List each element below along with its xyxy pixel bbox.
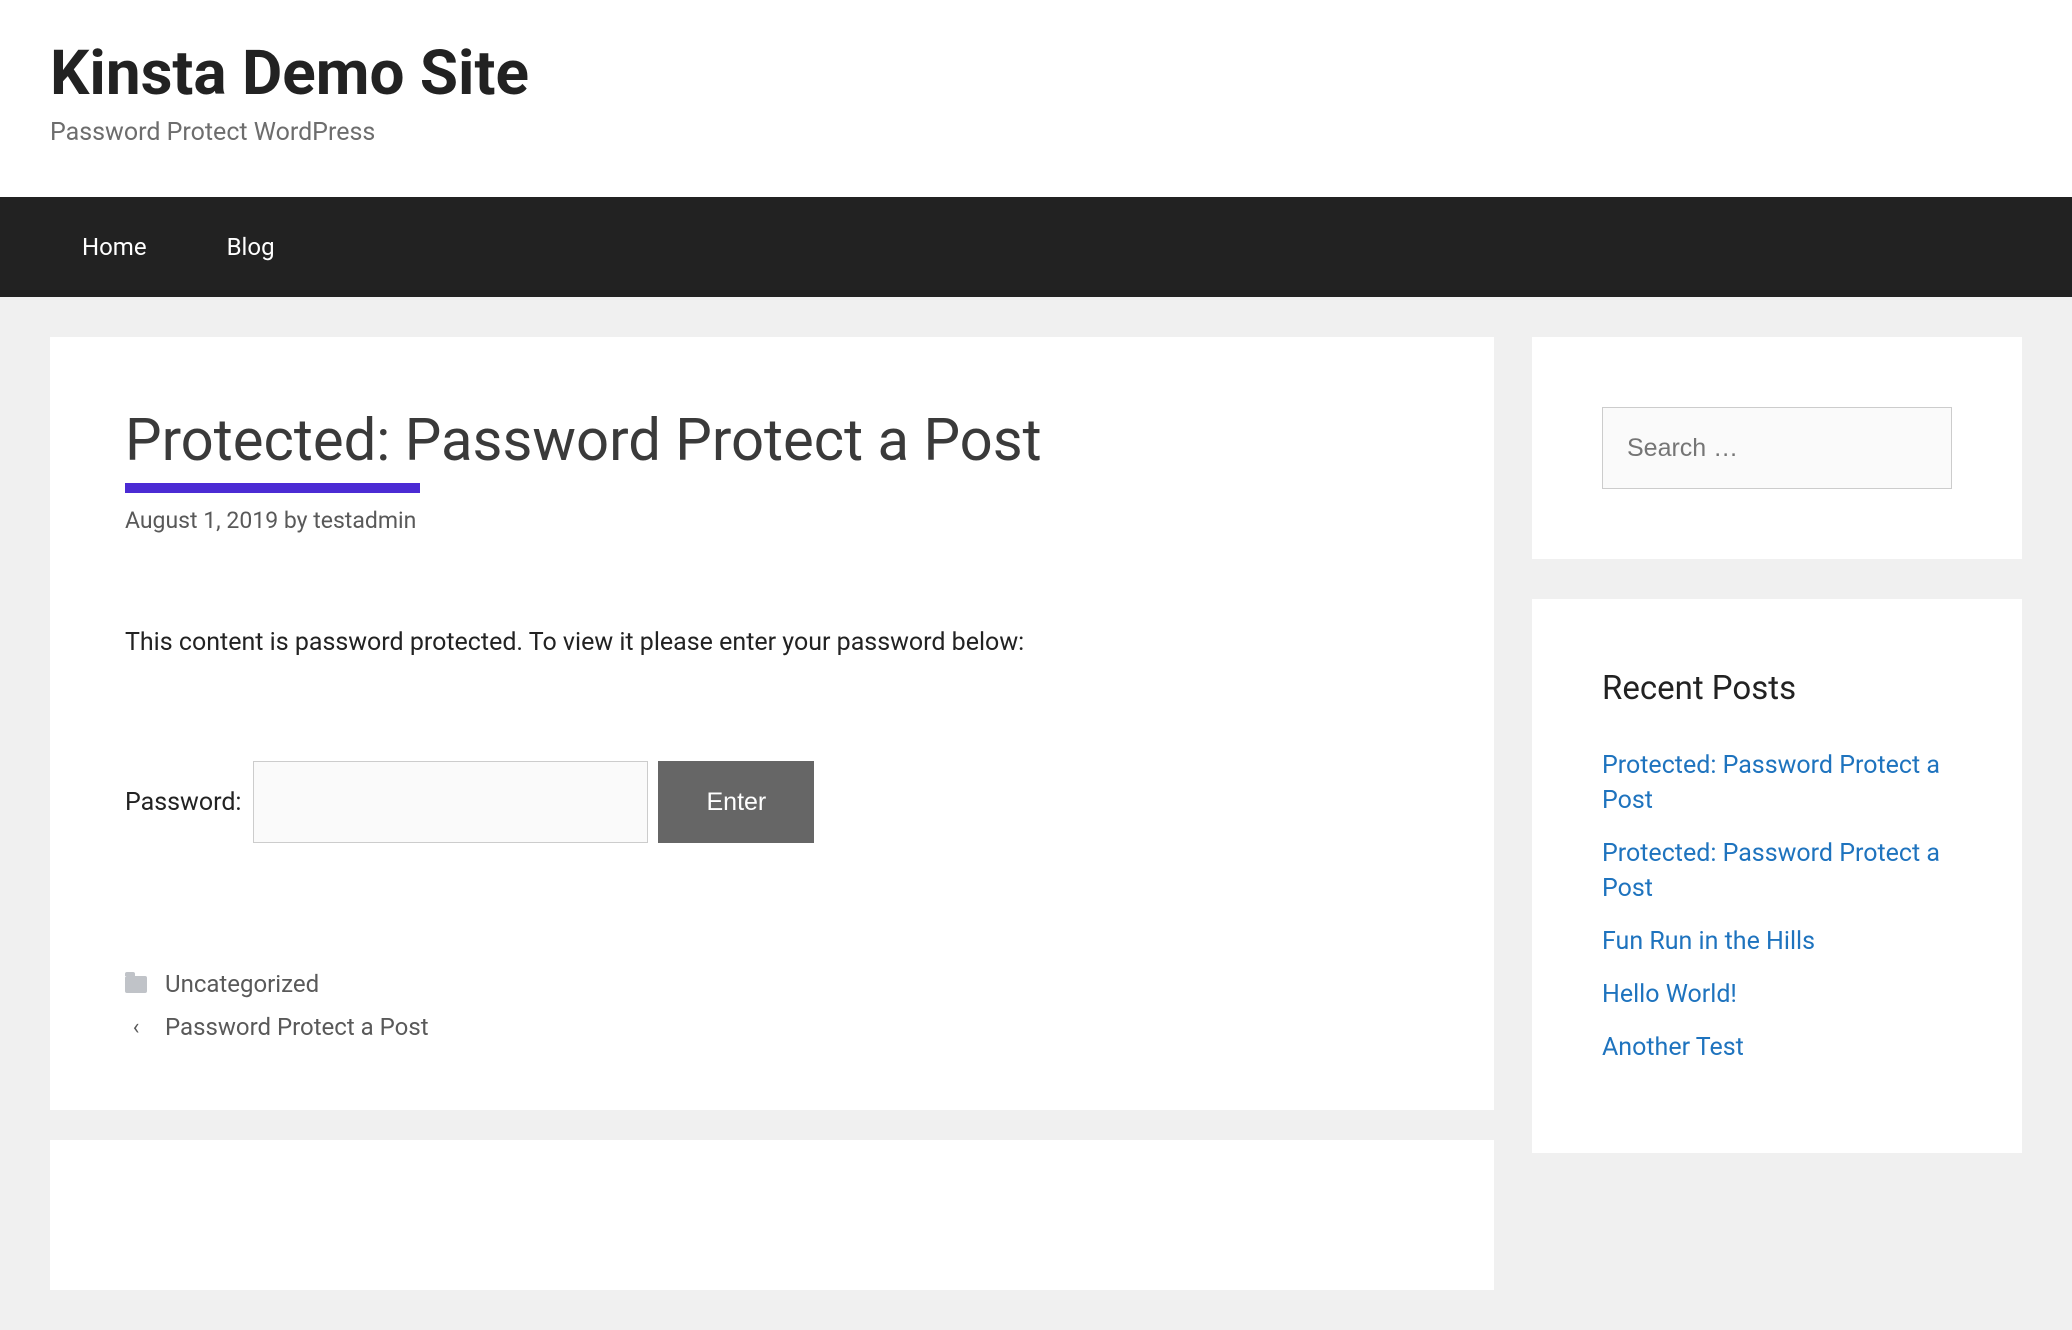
nav-item-blog[interactable]: Blog — [187, 197, 315, 297]
search-input[interactable] — [1602, 407, 1952, 489]
search-widget — [1532, 337, 2022, 559]
site-tagline: Password Protect WordPress — [50, 118, 2022, 147]
category-row: Uncategorized — [125, 963, 1419, 1006]
post-title-prefix: Protected: — [125, 407, 390, 475]
recent-post-link[interactable]: Fun Run in the Hills — [1602, 927, 1815, 956]
recent-post-item: Fun Run in the Hills — [1602, 924, 1952, 959]
recent-post-link[interactable]: Protected: Password Protect a Post — [1602, 839, 1940, 903]
post-footer: Uncategorized ‹ Password Protect a Post — [125, 963, 1419, 1049]
chevron-left-icon: ‹ — [125, 1008, 147, 1048]
recent-post-item: Hello World! — [1602, 977, 1952, 1012]
empty-card — [50, 1140, 1494, 1290]
site-container: Protected: Password Protect a Post Augus… — [0, 297, 2072, 1329]
category-link[interactable]: Uncategorized — [165, 963, 319, 1006]
post-nav-row: ‹ Password Protect a Post — [125, 1006, 1419, 1049]
prev-post-link[interactable]: Password Protect a Post — [165, 1006, 429, 1049]
post-title: Protected: Password Protect a Post — [125, 407, 1419, 477]
recent-post-item: Protected: Password Protect a Post — [1602, 836, 1952, 906]
post-article: Protected: Password Protect a Post Augus… — [50, 337, 1494, 1109]
by-text: by — [278, 507, 313, 534]
recent-post-item: Protected: Password Protect a Post — [1602, 748, 1952, 818]
protected-message: This content is password protected. To v… — [125, 624, 1419, 662]
post-author: testadmin — [313, 507, 416, 534]
recent-posts-widget: Recent Posts Protected: Password Protect… — [1532, 599, 2022, 1153]
site-title[interactable]: Kinsta Demo Site — [50, 40, 2022, 108]
post-meta: August 1, 2019 by testadmin — [125, 507, 1419, 534]
post-body: This content is password protected. To v… — [125, 624, 1419, 844]
nav-item-home[interactable]: Home — [60, 197, 187, 297]
recent-post-link[interactable]: Hello World! — [1602, 980, 1737, 1009]
password-input[interactable] — [253, 761, 648, 843]
recent-post-link[interactable]: Another Test — [1602, 1033, 1744, 1062]
post-date: August 1, 2019 — [125, 507, 278, 534]
password-form: Password: Enter — [125, 761, 1419, 843]
main-content: Protected: Password Protect a Post Augus… — [50, 337, 1494, 1289]
recent-post-link[interactable]: Protected: Password Protect a Post — [1602, 751, 1940, 815]
recent-posts-title: Recent Posts — [1602, 669, 1952, 708]
password-label: Password: — [125, 788, 241, 817]
recent-post-item: Another Test — [1602, 1030, 1952, 1065]
post-title-rest: Password Protect a Post — [390, 407, 1041, 475]
submit-button[interactable]: Enter — [658, 761, 814, 843]
folder-icon — [125, 976, 147, 993]
site-header: Kinsta Demo Site Password Protect WordPr… — [0, 0, 2072, 197]
recent-posts-list: Protected: Password Protect a Post Prote… — [1602, 748, 1952, 1065]
primary-nav: Home Blog — [0, 197, 2072, 297]
sidebar: Recent Posts Protected: Password Protect… — [1532, 337, 2022, 1193]
